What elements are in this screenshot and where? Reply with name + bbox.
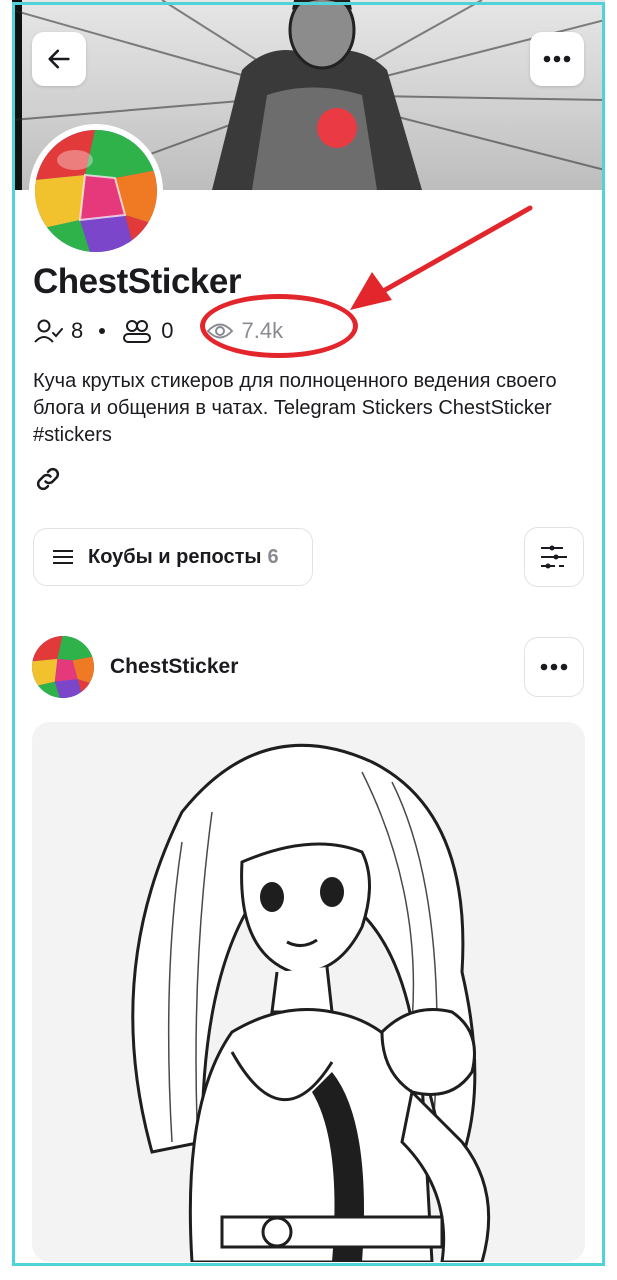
following-stat[interactable]: 0 (121, 318, 174, 344)
back-button[interactable] (32, 32, 86, 86)
link-icon (36, 467, 60, 491)
followers-count: 8 (71, 318, 84, 343)
following-count: 0 (161, 318, 174, 343)
sliders-icon (541, 545, 567, 569)
more-dots-icon (543, 55, 571, 63)
hamburger-icon (53, 550, 73, 564)
filter-label: Коубы и репосты (88, 545, 262, 568)
annotation-ellipse (200, 294, 358, 358)
profile-link[interactable] (33, 464, 63, 499)
filter-count: 6 (267, 545, 279, 568)
profile-description: Куча крутых стикеров для полноценного ве… (33, 370, 557, 446)
colorful-ball-avatar-small (32, 636, 94, 698)
profile-name: ChestSticker (33, 262, 241, 301)
settings-sliders-button[interactable] (524, 527, 584, 587)
post-more-button[interactable] (524, 637, 584, 697)
posts-filter-button[interactable]: Коубы и репосты 6 (33, 528, 313, 586)
more-options-button[interactable] (530, 32, 584, 86)
separator-dot (99, 328, 106, 334)
followers-stat[interactable]: 8 (33, 318, 83, 344)
users-icon (123, 320, 152, 343)
anime-girl-illustration (32, 722, 585, 1262)
arrow-left-icon (48, 49, 70, 69)
user-check-icon (34, 319, 63, 343)
post-author[interactable]: ChestSticker (32, 636, 238, 698)
more-dots-icon (540, 663, 568, 671)
colorful-ball-avatar (35, 130, 157, 252)
post-image[interactable] (32, 722, 585, 1262)
profile-avatar[interactable] (29, 124, 163, 258)
post-author-name: ChestSticker (110, 655, 239, 678)
